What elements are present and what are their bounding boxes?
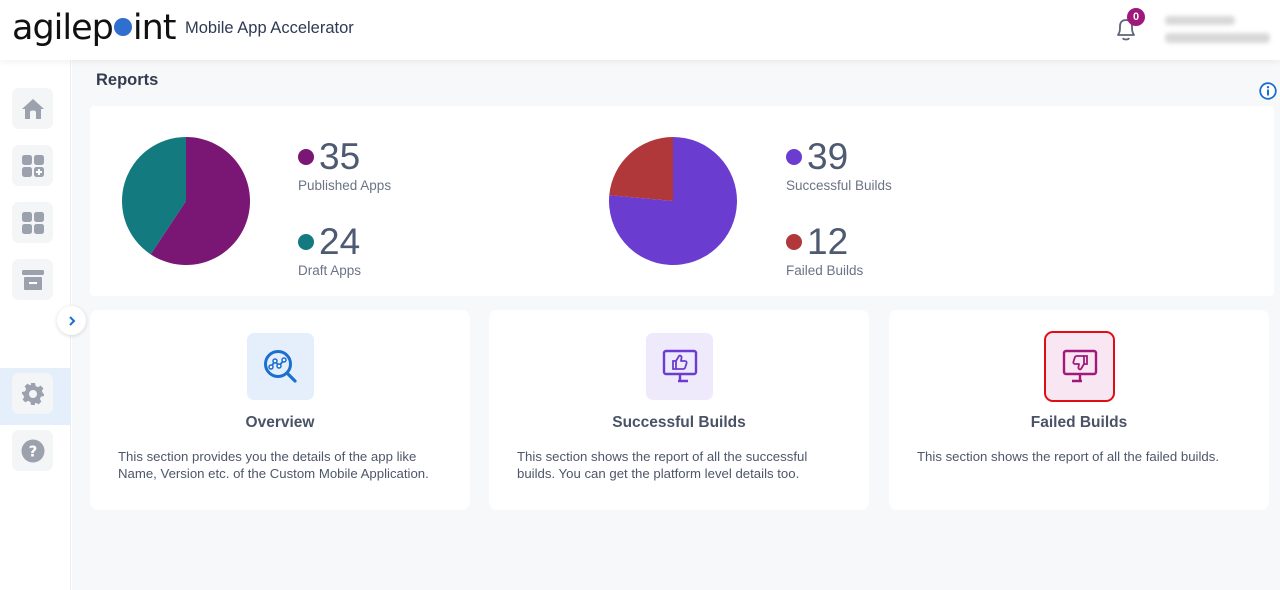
logo-text-start: agilep	[12, 8, 114, 48]
failed-builds-legend-dot	[786, 234, 802, 250]
grid-plus-icon	[21, 154, 44, 177]
stats-panel: 35 Published Apps 24 Draft Apps 39 Succe…	[90, 106, 1274, 296]
apps-pie-chart	[122, 137, 250, 265]
successful-builds-label: Successful Builds	[786, 178, 892, 193]
overview-card-description: This section provides you the details of…	[118, 449, 429, 481]
notification-count-badge: 0	[1127, 8, 1145, 26]
successful-builds-card[interactable]: Successful Builds This section shows the…	[489, 310, 869, 510]
gear-icon	[21, 382, 44, 405]
published-apps-value: 35	[319, 136, 361, 177]
app-title: Mobile App Accelerator	[185, 19, 354, 37]
chevron-right-icon	[68, 315, 75, 326]
sidebar-item-archive[interactable]	[12, 259, 53, 300]
failed-builds-value: 12	[807, 221, 849, 262]
draft-apps-value: 24	[319, 221, 361, 262]
info-icon[interactable]	[1259, 82, 1277, 100]
builds-pie-chart	[609, 137, 737, 265]
draft-apps-legend-dot	[298, 234, 314, 250]
help-icon: ?	[21, 439, 44, 462]
top-bar: agilep int Mobile App Accelerator 0	[0, 0, 1280, 60]
grid-icon	[21, 211, 44, 234]
sidebar-item-settings[interactable]	[12, 373, 53, 414]
successful-builds-value: 39	[807, 136, 849, 177]
published-apps-label: Published Apps	[298, 178, 392, 193]
agilepoint-logo[interactable]: agilep int	[12, 8, 177, 48]
successful-builds-card-description: This section shows the report of all the…	[517, 449, 808, 481]
successful-builds-card-title: Successful Builds	[612, 414, 746, 431]
analytics-search-icon	[263, 349, 297, 383]
user-email-blurred[interactable]	[1165, 33, 1270, 43]
sidebar-item-create-app[interactable]	[12, 145, 53, 186]
successful-builds-card-icon-button[interactable]	[646, 333, 713, 400]
logo-dot	[113, 18, 132, 36]
failed-builds-card-icon-button[interactable]	[1044, 331, 1115, 402]
builds-pie-slice-failed-builds[interactable]	[609, 137, 673, 201]
sidebar-item-help[interactable]: ?	[12, 430, 53, 471]
overview-card-icon-button[interactable]	[247, 333, 314, 400]
logo-text-end: int	[132, 8, 177, 48]
monitor-thumbs-up-icon	[662, 349, 697, 382]
expand-sidebar-button[interactable]	[57, 306, 86, 335]
home-icon	[21, 98, 44, 119]
sidebar-item-apps[interactable]	[12, 202, 53, 243]
published-apps-legend-dot	[298, 149, 314, 165]
overview-card-title: Overview	[245, 414, 315, 431]
monitor-thumbs-down-icon	[1062, 349, 1097, 382]
failed-builds-card-title: Failed Builds	[1030, 414, 1128, 431]
stat-draft-apps: 24 Draft Apps	[298, 222, 361, 278]
stat-successful-builds: 39 Successful Builds	[786, 137, 892, 193]
draft-apps-label: Draft Apps	[298, 263, 362, 278]
page-title: Reports	[96, 71, 159, 89]
failed-builds-label: Failed Builds	[786, 263, 864, 278]
archive-icon	[21, 269, 44, 290]
successful-builds-legend-dot	[786, 149, 802, 165]
stat-failed-builds: 12 Failed Builds	[786, 222, 863, 278]
sidebar-item-home[interactable]	[12, 88, 53, 129]
user-name-blurred[interactable]	[1165, 16, 1235, 25]
stat-published-apps: 35 Published Apps	[298, 137, 391, 193]
failed-builds-card[interactable]: Failed Builds This section shows the rep…	[889, 310, 1269, 510]
overview-card[interactable]: Overview This section provides you the d…	[90, 310, 470, 510]
failed-builds-card-description: This section shows the report of all the…	[917, 449, 1220, 464]
svg-text:?: ?	[28, 442, 37, 460]
